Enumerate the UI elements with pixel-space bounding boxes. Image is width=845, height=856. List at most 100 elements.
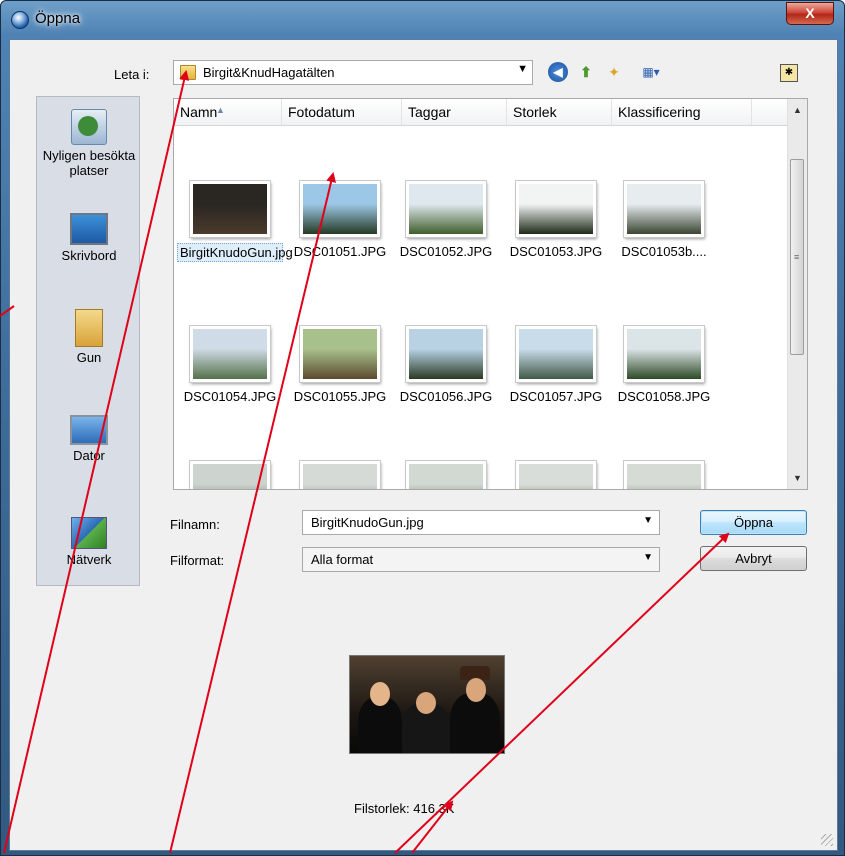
file-tile[interactable] (176, 461, 284, 489)
file-tile[interactable]: DSC01057.JPG (502, 326, 610, 405)
file-thumbnail (406, 326, 486, 382)
new-folder-icon[interactable]: ✦ (604, 62, 624, 82)
scroll-up-icon[interactable]: ▲ (788, 101, 807, 119)
dialog-window: Öppna X Leta i: Birgit&KnudHagatälten ▼ … (0, 0, 845, 856)
network-icon (71, 517, 107, 549)
chevron-down-icon[interactable]: ▼ (517, 63, 528, 75)
places-bar: Nyligen besökta platser Skrivbord Gun Da… (36, 96, 140, 586)
lookin-label: Leta i: (114, 67, 150, 82)
file-thumbnail (624, 461, 704, 489)
file-list[interactable]: Namn ▲ Fotodatum Taggar Storlek Klassifi… (173, 98, 808, 490)
app-icon (11, 11, 29, 29)
file-thumbnail (300, 181, 380, 237)
place-recent[interactable]: Nyligen besökta platser (37, 109, 141, 178)
file-tile[interactable] (610, 461, 718, 489)
file-name: DSC01051.JPG (293, 244, 387, 259)
close-button[interactable]: X (786, 2, 834, 25)
grip-icon: ≡ (794, 252, 800, 262)
resize-grip-icon[interactable] (821, 834, 833, 846)
lookin-value: Birgit&KnudHagatälten (203, 65, 335, 80)
place-user[interactable]: Gun (37, 309, 141, 365)
file-tile[interactable]: DSC01058.JPG (610, 326, 718, 405)
preview-face (416, 692, 436, 714)
column-size[interactable]: Storlek (507, 99, 612, 125)
view-menu-icon[interactable]: ▦▾ (636, 62, 666, 82)
title-bar[interactable]: Öppna X (1, 1, 844, 39)
column-name[interactable]: Namn ▲ (174, 99, 282, 125)
file-tile[interactable]: DSC01052.JPG (392, 181, 500, 260)
back-icon[interactable]: ◀ (548, 62, 568, 82)
window-title: Öppna (35, 10, 81, 27)
place-desktop[interactable]: Skrivbord (37, 213, 141, 263)
file-thumbnail (624, 326, 704, 382)
desktop-icon (70, 213, 108, 245)
column-photo-date[interactable]: Fotodatum (282, 99, 402, 125)
place-network[interactable]: Nätverk (37, 517, 141, 567)
file-name: DSC01056.JPG (399, 389, 493, 404)
format-label: Filformat: (170, 553, 225, 568)
file-thumbnail (190, 326, 270, 382)
file-thumbnail (624, 181, 704, 237)
file-name: DSC01053b.... (621, 244, 707, 259)
chevron-down-icon[interactable]: ▼ (643, 515, 653, 526)
file-thumbnail (516, 461, 596, 489)
dialog-client: Leta i: Birgit&KnudHagatälten ▼ ◀ ⬆ ✦ ▦▾… (9, 39, 838, 851)
preview-person (450, 693, 500, 753)
file-tile[interactable]: DSC01051.JPG (286, 181, 394, 260)
file-name: DSC01054.JPG (183, 389, 277, 404)
file-tile[interactable] (392, 461, 500, 489)
file-tile[interactable]: DSC01053b.... (610, 181, 718, 260)
open-button[interactable]: Öppna (700, 510, 807, 535)
column-header: Namn ▲ Fotodatum Taggar Storlek Klassifi… (174, 99, 789, 126)
place-label: Dator (73, 448, 105, 463)
file-thumbnail (190, 461, 270, 489)
file-size-label: Filstorlek: 416,3K (354, 801, 455, 816)
filename-field[interactable]: BirgitKnudoGun.jpg ▼ (302, 510, 660, 535)
file-tile[interactable] (286, 461, 394, 489)
lookin-dropdown[interactable]: Birgit&KnudHagatälten ▼ (173, 60, 533, 85)
file-tile[interactable]: BirgitKnudoGun.jpg (176, 181, 293, 262)
file-name: DSC01052.JPG (399, 244, 493, 259)
filename-label: Filnamn: (170, 517, 220, 532)
file-tile[interactable]: DSC01053.JPG (502, 181, 610, 260)
column-tags[interactable]: Taggar (402, 99, 507, 125)
vertical-scrollbar[interactable]: ▲ ≡ ▼ (787, 99, 807, 489)
cancel-button[interactable]: Avbryt (700, 546, 807, 571)
computer-icon (70, 415, 108, 445)
filename-value: BirgitKnudoGun.jpg (311, 515, 424, 530)
place-label: Gun (76, 350, 102, 365)
file-name: BirgitKnudoGun.jpg (177, 243, 293, 262)
preview-face (466, 678, 486, 702)
file-thumbnail (300, 326, 380, 382)
file-tile[interactable]: DSC01054.JPG (176, 326, 284, 405)
file-thumbnail (516, 326, 596, 382)
scrollbar-thumb[interactable]: ≡ (790, 159, 804, 355)
sort-ascending-icon: ▲ (216, 105, 225, 115)
chevron-down-icon[interactable]: ▼ (643, 552, 653, 563)
user-folder-icon (75, 309, 103, 347)
file-tile[interactable]: DSC01055.JPG (286, 326, 394, 405)
file-tile[interactable]: DSC01056.JPG (392, 326, 500, 405)
recent-places-icon (71, 109, 107, 145)
preview-face (370, 682, 390, 706)
file-name: DSC01057.JPG (509, 389, 603, 404)
column-rating[interactable]: Klassificering (612, 99, 752, 125)
file-name: DSC01055.JPG (293, 389, 387, 404)
file-thumbnail (406, 181, 486, 237)
up-folder-icon[interactable]: ⬆ (576, 62, 596, 82)
file-thumbnail (406, 461, 486, 489)
file-name: DSC01058.JPG (617, 389, 711, 404)
format-select[interactable]: Alla format ▼ (302, 547, 660, 572)
place-label: Skrivbord (61, 248, 117, 263)
preview-toggle-icon[interactable]: ✱ (780, 64, 798, 82)
file-tile[interactable] (502, 461, 610, 489)
preview-image (349, 655, 505, 754)
place-computer[interactable]: Dator (37, 415, 141, 463)
place-label: Nätverk (66, 552, 112, 567)
scroll-down-icon[interactable]: ▼ (788, 469, 807, 487)
format-value: Alla format (311, 552, 374, 567)
file-thumbnail (190, 181, 270, 237)
file-thumbnail (516, 181, 596, 237)
place-label: Nyligen besökta platser (42, 148, 136, 178)
column-name-label: Namn (180, 104, 218, 120)
